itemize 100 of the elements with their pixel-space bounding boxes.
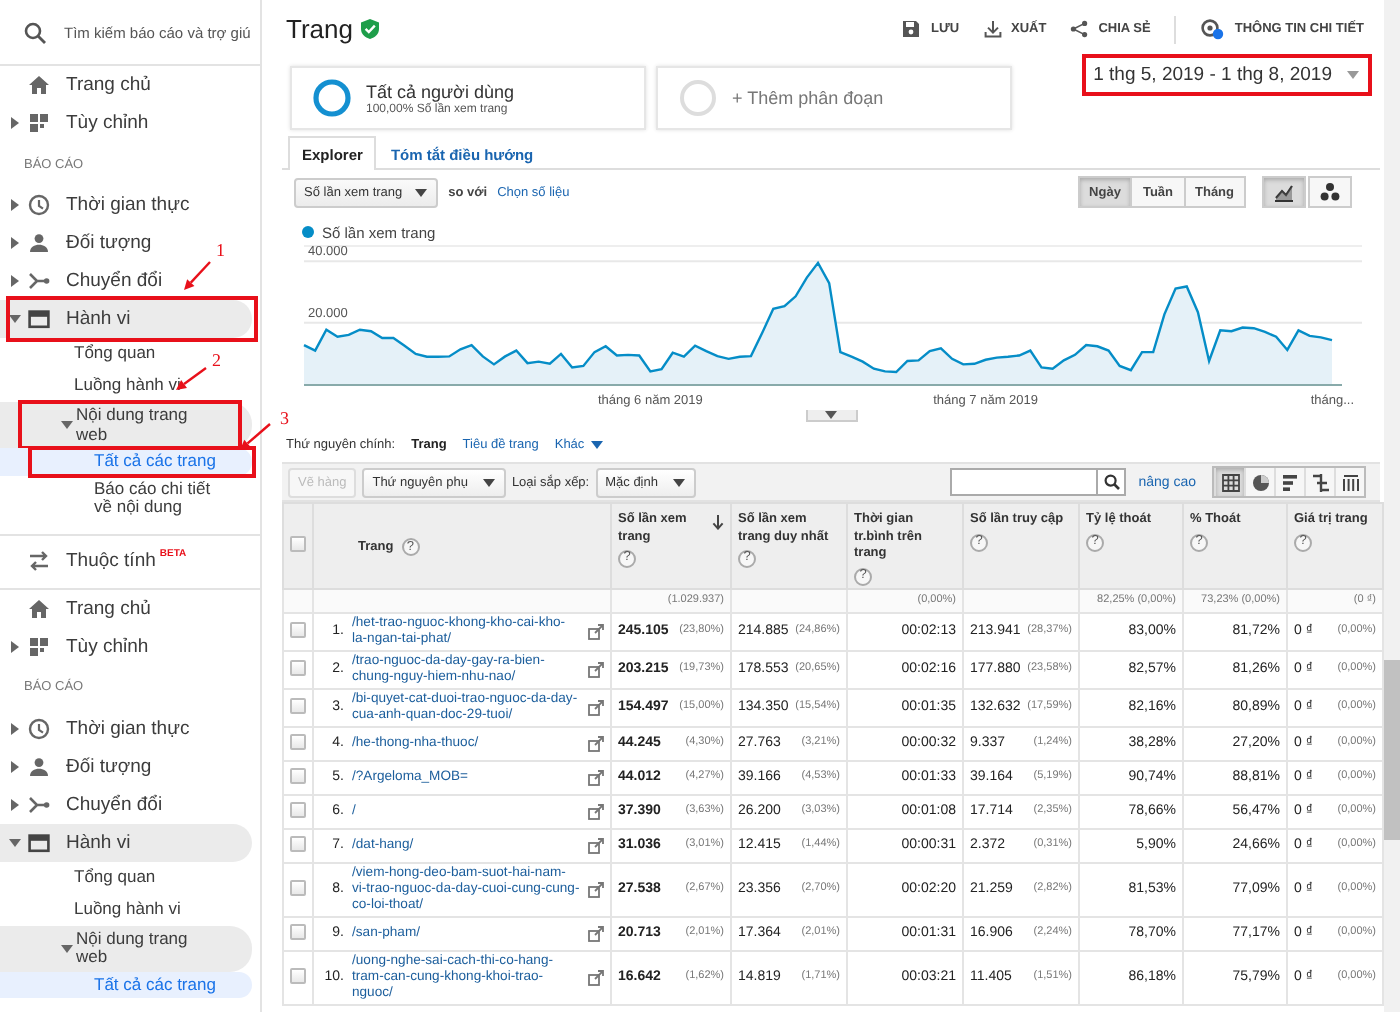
comparison-icon xyxy=(1311,473,1329,491)
nav-item[interactable]: Luồng hành vi xyxy=(0,893,217,925)
window-icon xyxy=(28,308,50,330)
grid-icon xyxy=(1221,473,1239,491)
row-checkbox[interactable] xyxy=(290,802,306,819)
external-link-icon xyxy=(588,661,604,677)
search-icon xyxy=(1103,474,1120,490)
external-link-icon xyxy=(588,699,604,715)
caret-right-icon xyxy=(9,236,19,250)
external-link-icon xyxy=(588,803,604,819)
download-icon xyxy=(983,20,1002,38)
caret-down-icon xyxy=(671,477,686,487)
nav-item[interactable]: Nội dung trang web xyxy=(0,925,252,971)
caret-right-icon xyxy=(9,198,19,212)
external-link-icon xyxy=(588,623,604,639)
save-icon xyxy=(902,20,921,38)
row-checkbox[interactable] xyxy=(290,698,306,715)
row-checkbox[interactable] xyxy=(290,968,306,985)
branch-icon xyxy=(28,270,50,292)
search-field[interactable] xyxy=(950,468,1099,496)
add-segment-card[interactable]: + Thêm phân đoạn xyxy=(656,66,1012,130)
row-checkbox[interactable] xyxy=(290,768,306,785)
caret-down-icon xyxy=(481,477,496,487)
nav-item[interactable]: Chuyển đổi xyxy=(0,262,175,300)
annotation-number: 3 xyxy=(280,408,289,428)
person-icon xyxy=(28,232,50,254)
annotation-number: 2 xyxy=(212,350,221,370)
branch-icon xyxy=(28,793,50,815)
caret-right-icon xyxy=(9,639,19,653)
nav-item[interactable]: Đối tượng xyxy=(0,747,164,785)
external-link-icon xyxy=(588,769,604,785)
external-link-icon xyxy=(588,925,604,941)
nav-item[interactable]: Tất cả các trang xyxy=(0,971,252,998)
caret-down-icon xyxy=(1346,70,1360,80)
nav-item[interactable]: Trang chủ xyxy=(0,589,163,627)
row-checkbox[interactable] xyxy=(290,924,306,941)
search-button[interactable] xyxy=(1098,468,1127,496)
view-button[interactable] xyxy=(1304,468,1334,496)
nav-item[interactable]: Tùy chỉnh xyxy=(0,627,161,665)
collapse-handle[interactable] xyxy=(805,410,857,422)
home-icon xyxy=(28,74,50,96)
nav-item[interactable]: Thời gian thực xyxy=(0,186,202,224)
scrollbar[interactable] xyxy=(1384,0,1400,1012)
caret-down-icon xyxy=(59,943,73,953)
nav-item[interactable]: Tổng quan xyxy=(0,861,192,893)
empty-ring-icon xyxy=(678,78,718,118)
row-checkbox[interactable] xyxy=(290,880,306,897)
nav-item[interactable]: Trang chủ xyxy=(0,66,163,104)
clock-icon xyxy=(28,717,50,739)
grid-icon xyxy=(28,112,50,134)
page-title: Trang xyxy=(286,14,353,44)
chart-type-button[interactable] xyxy=(1262,176,1306,208)
search-icon xyxy=(24,21,46,43)
caret-down-icon xyxy=(59,420,73,430)
annotation-arrow xyxy=(172,366,208,394)
window-icon xyxy=(28,831,50,853)
chart-type-button[interactable] xyxy=(1308,176,1352,208)
date-range-picker[interactable]: 1 thg 5, 2019 - 1 thg 8, 2019 xyxy=(1081,54,1372,96)
pivot-icon xyxy=(1341,473,1359,491)
caret-right-icon xyxy=(9,721,19,735)
nav-item[interactable]: Tùy chỉnh xyxy=(0,104,161,142)
view-button[interactable] xyxy=(1334,468,1364,496)
caret-down-icon xyxy=(414,187,429,197)
line-chart-icon xyxy=(1274,182,1294,202)
caret-down-icon xyxy=(824,410,838,420)
segment-ring-icon xyxy=(312,78,352,118)
clock-icon xyxy=(28,194,50,216)
swap-icon xyxy=(28,550,50,572)
nav-item[interactable]: Hành vi xyxy=(0,300,252,338)
external-link-icon xyxy=(588,969,604,985)
view-button[interactable] xyxy=(1214,468,1244,496)
nav-item[interactable]: Thời gian thực xyxy=(0,709,202,747)
caret-right-icon xyxy=(9,274,19,288)
view-button[interactable] xyxy=(1274,468,1304,496)
share-icon xyxy=(1070,20,1089,38)
external-link-icon xyxy=(588,881,604,897)
row-checkbox[interactable] xyxy=(290,734,306,751)
insights-icon xyxy=(1200,18,1225,40)
bubbles-icon xyxy=(1320,182,1340,202)
row-checkbox[interactable] xyxy=(290,660,306,677)
nav-item[interactable]: Báo cáo chi tiết về nội dung xyxy=(0,475,252,521)
caret-down-icon xyxy=(7,837,21,847)
nav-item[interactable]: Chuyển đổi xyxy=(0,785,175,823)
annotation-number: 1 xyxy=(216,240,225,260)
external-link-icon xyxy=(588,837,604,853)
row-checkbox[interactable] xyxy=(290,622,306,639)
grid-icon xyxy=(28,635,50,657)
row-checkbox[interactable] xyxy=(290,836,306,853)
caret-right-icon xyxy=(9,116,19,130)
nav-item[interactable]: Hành vi xyxy=(0,823,252,861)
nav-item[interactable]: Đối tượng xyxy=(0,224,164,262)
home-icon xyxy=(28,597,50,619)
bar-chart-icon xyxy=(1281,473,1299,491)
view-button[interactable] xyxy=(1244,468,1274,496)
caret-right-icon xyxy=(9,759,19,773)
caret-down-icon xyxy=(590,439,605,449)
caret-down-icon xyxy=(7,314,21,324)
select-all-checkbox[interactable] xyxy=(290,536,306,553)
sort-arrow-icon xyxy=(712,514,724,530)
nav-item[interactable]: Tổng quan xyxy=(0,338,192,370)
